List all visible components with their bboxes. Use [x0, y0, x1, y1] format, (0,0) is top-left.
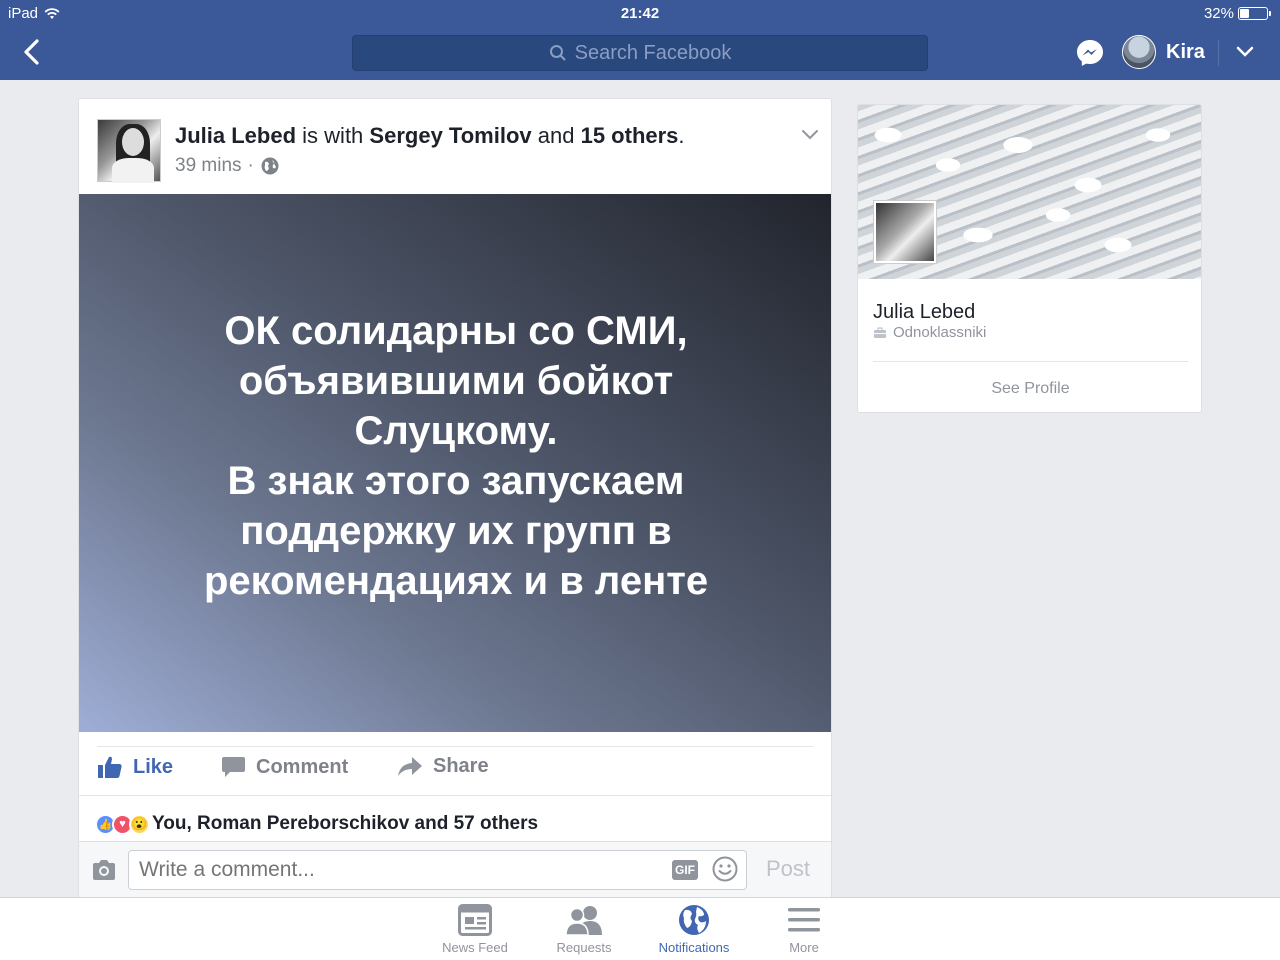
battery-percent: 32% — [1203, 5, 1234, 22]
tab-label: News Feed — [442, 940, 508, 955]
chevron-down-icon[interactable] — [1236, 45, 1254, 59]
post-time[interactable]: 39 mins — [175, 155, 242, 177]
tagged-friend[interactable]: Sergey Tomilov — [369, 123, 531, 148]
reactions-summary[interactable]: 👍 ♥ 😮 You, Roman Pereborschikov and 57 o… — [95, 813, 538, 835]
tab-more[interactable]: More — [754, 904, 854, 955]
messenger-icon[interactable] — [1074, 37, 1106, 69]
profile-workplace: Odnoklassniki — [873, 324, 986, 341]
news-feed-icon — [458, 904, 492, 936]
post-text-background: ОК солидарны со СМИ, объявившими бойкот … — [79, 194, 831, 732]
status-time: 21:42 — [620, 5, 660, 22]
post-actions: Like Comment Share — [79, 751, 831, 793]
comment-button[interactable]: Comment — [221, 755, 348, 779]
author-avatar[interactable] — [97, 119, 161, 183]
battery-icon — [1238, 7, 1271, 20]
tab-label: More — [789, 940, 819, 955]
see-profile-button[interactable]: See Profile — [858, 380, 1201, 398]
divider — [873, 361, 1188, 362]
search-input[interactable]: Search Facebook — [352, 35, 928, 71]
globe-icon — [679, 905, 709, 935]
divider — [97, 746, 813, 747]
user-name[interactable]: Kira — [1166, 41, 1205, 64]
wow-reaction-icon: 😮 — [129, 813, 150, 835]
profile-card: Julia Lebed Odnoklassniki See Profile — [857, 104, 1202, 413]
comment-bubble-icon — [222, 757, 245, 777]
share-arrow-icon — [398, 756, 422, 776]
post-headline: Julia Lebed is with Sergey Tomilov and 1… — [175, 123, 685, 149]
post-options-chevron-icon[interactable] — [801, 129, 819, 141]
post-meta: 39 mins · — [175, 155, 280, 177]
reactions-text: You, Roman Pereborschikov and 57 others — [152, 813, 539, 834]
bottom-tab-bar: News Feed Requests Notifications More — [0, 897, 1280, 960]
share-button[interactable]: Share — [397, 755, 489, 778]
post-button[interactable]: Post — [766, 856, 810, 882]
hamburger-menu-icon — [788, 908, 820, 932]
emoji-icon[interactable] — [712, 856, 738, 882]
share-label: Share — [433, 755, 489, 777]
top-navigation-bar: iPad 21:42 32% Search Facebook Kira — [0, 0, 1280, 80]
profile-picture[interactable] — [874, 201, 936, 263]
briefcase-icon — [874, 326, 886, 338]
meta-dot: · — [247, 155, 254, 176]
gif-button[interactable]: GIF — [672, 860, 698, 880]
comment-input[interactable] — [128, 850, 747, 890]
headline-period: . — [678, 123, 685, 148]
like-label: Like — [133, 755, 174, 778]
user-avatar[interactable] — [1122, 35, 1156, 69]
tagged-others[interactable]: 15 others — [581, 123, 679, 148]
tab-notifications[interactable]: Notifications — [644, 904, 744, 955]
divider — [79, 795, 831, 796]
search-placeholder: Search Facebook — [574, 41, 732, 64]
status-bar: iPad 21:42 32% — [0, 0, 1280, 26]
tab-news-feed[interactable]: News Feed — [425, 904, 525, 955]
post-body-text: ОК солидарны со СМИ, объявившими бойкот … — [203, 309, 709, 603]
public-globe-icon — [261, 157, 279, 175]
comment-label: Comment — [256, 755, 349, 778]
tab-label: Requests — [556, 940, 612, 955]
thumbs-up-icon — [98, 756, 122, 778]
tab-label: Notifications — [658, 940, 730, 955]
profile-name[interactable]: Julia Lebed — [873, 301, 975, 324]
status-right: 32% — [1203, 5, 1271, 22]
with-text: is with — [302, 123, 364, 148]
requests-icon — [565, 906, 602, 936]
reaction-icons: 👍 ♥ 😮 — [95, 813, 150, 835]
search-icon — [549, 45, 566, 61]
header-divider — [1218, 40, 1219, 66]
workplace-name: Odnoklassniki — [893, 324, 987, 341]
like-button[interactable]: Like — [97, 755, 173, 779]
tab-requests[interactable]: Requests — [534, 904, 634, 955]
author-name[interactable]: Julia Lebed — [175, 123, 296, 148]
post-card: Julia Lebed is with Sergey Tomilov and 1… — [78, 98, 832, 908]
and-text: and — [537, 123, 575, 148]
camera-icon[interactable] — [91, 858, 117, 882]
back-arrow-icon[interactable] — [20, 38, 44, 66]
